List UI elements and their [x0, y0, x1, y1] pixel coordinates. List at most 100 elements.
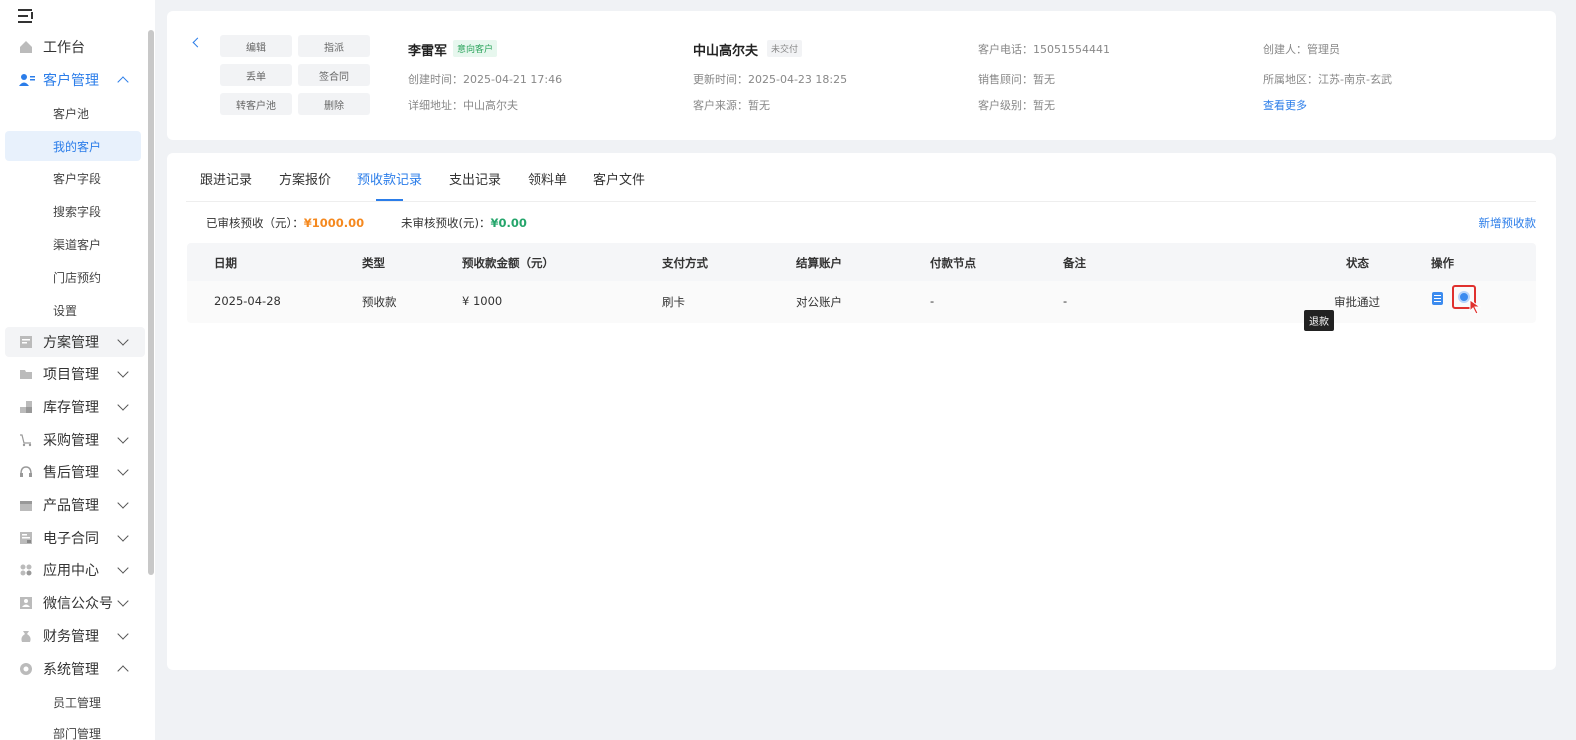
sidebar-item-label: 微信公众号	[43, 596, 113, 612]
chevron-up-icon	[117, 76, 129, 88]
active-tab-indicator	[376, 199, 403, 201]
sidebar-item-after-sales[interactable]: 售后管理	[5, 457, 145, 487]
column-header: 结算账户	[796, 256, 842, 270]
customer-header-card: 编辑 指派 丢单 签合同 转客户池 删除 李雷军 意向客户 创建时间：2025-…	[167, 11, 1556, 140]
chevron-down-icon	[117, 432, 129, 444]
customer-name: 李雷军	[408, 44, 448, 59]
tab-follow-up[interactable]: 跟进记录	[200, 169, 252, 188]
updated-time: 更新时间：2025-04-23 18:25	[693, 73, 848, 86]
column-header: 支付方式	[662, 256, 708, 270]
add-prepayment-link[interactable]: 新增预收款	[1479, 215, 1537, 231]
tab-quotation[interactable]: 方案报价	[279, 169, 331, 188]
tab-divider	[186, 201, 1536, 202]
sidebar-item-label: 采购管理	[43, 433, 99, 449]
cart-icon	[19, 433, 33, 447]
settings-icon	[19, 662, 33, 676]
sidebar-item-label: 库存管理	[43, 400, 99, 416]
transfer-pool-button[interactable]: 转客户池	[220, 93, 292, 115]
cell-payment-node: -	[930, 294, 935, 308]
chevron-down-icon	[117, 562, 129, 574]
customer-phone: 客户电话：15051554441	[978, 43, 1110, 56]
sidebar-sub-settings[interactable]: 设置	[5, 295, 141, 325]
cell-status: 审批通过	[1334, 295, 1380, 309]
cell-amount: ¥ 1000	[462, 294, 503, 308]
contract-icon	[19, 531, 33, 545]
chevron-down-icon	[117, 530, 129, 542]
approved-value: ¥1000.00	[303, 216, 365, 230]
sidebar-item-label: 客户管理	[43, 73, 99, 89]
sidebar-sub-customer-pool[interactable]: 客户池	[5, 98, 141, 128]
sidebar-item-projects[interactable]: 项目管理	[5, 359, 145, 389]
column-header: 操作	[1431, 256, 1454, 270]
sidebar-sub-customer-fields[interactable]: 客户字段	[5, 163, 141, 193]
sidebar-sub-my-customers[interactable]: 我的客户	[5, 131, 141, 161]
sidebar-sub-channel-customers[interactable]: 渠道客户	[5, 229, 141, 259]
sidebar-item-label: 财务管理	[43, 629, 99, 645]
created-time: 创建时间：2025-04-21 17:46	[408, 73, 563, 86]
sidebar-item-wechat[interactable]: 微信公众号	[5, 588, 145, 618]
cell-date: 2025-04-28	[214, 294, 281, 308]
sidebar-sub-search-fields[interactable]: 搜索字段	[5, 196, 141, 226]
tab-customer-files[interactable]: 客户文件	[593, 169, 645, 188]
table-header: 日期 类型 预收款金额（元） 支付方式 结算账户 付款节点 备注 状态 操作	[187, 243, 1536, 281]
sidebar-item-label: 项目管理	[43, 367, 99, 383]
sidebar-item-products[interactable]: 产品管理	[5, 490, 145, 520]
chevron-up-icon	[117, 665, 129, 677]
assign-button[interactable]: 指派	[298, 35, 370, 57]
sign-contract-button[interactable]: 签合同	[298, 64, 370, 86]
records-card: 跟进记录 方案报价 预收款记录 支出记录 领料单 客户文件 已审核预收（元）：¥…	[167, 153, 1556, 670]
folder-icon	[19, 367, 33, 381]
tab-prepayment[interactable]: 预收款记录	[357, 169, 422, 188]
column-header: 备注	[1063, 256, 1086, 270]
home-icon	[19, 40, 33, 54]
sidebar-item-system[interactable]: 系统管理	[5, 654, 145, 684]
column-header: 日期	[214, 256, 237, 270]
sidebar-item-label: 系统管理	[43, 662, 99, 678]
view-more-link[interactable]: 查看更多	[1263, 97, 1307, 113]
lose-order-button[interactable]: 丢单	[220, 64, 292, 86]
sidebar-item-customers[interactable]: 客户管理	[5, 65, 145, 95]
sidebar-item-finance[interactable]: 财务管理	[5, 621, 145, 651]
sidebar-sub-store-booking[interactable]: 门店预约	[5, 262, 141, 292]
sidebar-item-label: 应用中心	[43, 563, 99, 579]
cell-account: 对公账户	[796, 295, 842, 309]
sidebar-scrollbar[interactable]	[148, 30, 154, 575]
menu-collapse-icon[interactable]	[18, 8, 36, 24]
sidebar-sub-staff[interactable]: 员工管理	[5, 687, 141, 717]
cell-type: 预收款	[362, 295, 397, 309]
column-header: 类型	[362, 256, 385, 270]
column-header: 付款节点	[930, 256, 976, 270]
delete-button[interactable]: 删除	[298, 93, 370, 115]
region: 所属地区：江苏-南京-玄武	[1263, 73, 1392, 86]
sidebar-item-inventory[interactable]: 库存管理	[5, 392, 145, 422]
sidebar-item-workbench[interactable]: 工作台	[5, 32, 145, 62]
chevron-down-icon	[117, 497, 129, 509]
chevron-down-icon	[117, 366, 129, 378]
cell-remark: -	[1063, 294, 1068, 308]
sidebar-item-plans[interactable]: 方案管理	[5, 327, 145, 357]
column-header: 状态	[1346, 256, 1369, 270]
customer-icon	[19, 73, 35, 87]
customer-source: 客户来源：暂无	[693, 99, 770, 112]
back-arrow-icon[interactable]	[192, 37, 203, 48]
box-icon	[19, 498, 33, 512]
edit-record-icon[interactable]	[1432, 292, 1443, 305]
chevron-down-icon	[117, 464, 129, 476]
tab-material-requisition[interactable]: 领料单	[528, 169, 567, 188]
chevron-down-icon	[117, 628, 129, 640]
sidebar-item-app-center[interactable]: 应用中心	[5, 555, 145, 585]
address: 详细地址：中山高尔夫	[408, 99, 518, 112]
column-header: 预收款金额（元）	[462, 256, 554, 270]
sales-advisor: 销售顾问：暂无	[978, 73, 1055, 86]
sidebar-item-purchasing[interactable]: 采购管理	[5, 425, 145, 455]
edit-button[interactable]: 编辑	[220, 35, 292, 57]
money-bag-icon	[19, 629, 33, 643]
sidebar-item-label: 售后管理	[43, 465, 99, 481]
sidebar-item-e-contract[interactable]: 电子合同	[5, 523, 145, 553]
pending-value: ¥0.00	[490, 216, 527, 230]
tab-expenses[interactable]: 支出记录	[449, 169, 501, 188]
sidebar-sub-departments[interactable]: 部门管理	[5, 718, 141, 740]
chevron-down-icon	[117, 399, 129, 411]
sidebar-item-label: 方案管理	[43, 335, 99, 351]
wechat-icon	[19, 596, 33, 610]
